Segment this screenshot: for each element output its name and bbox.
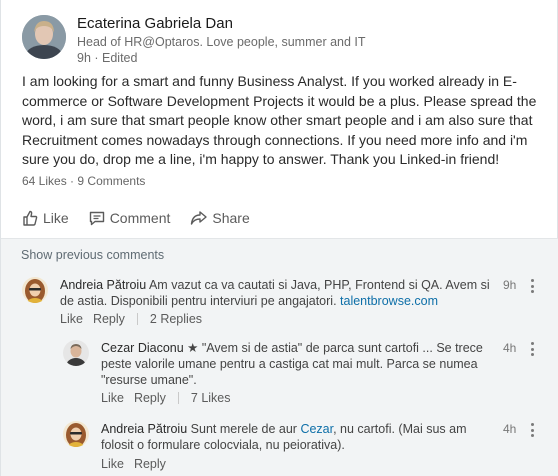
likes-count[interactable]: 64 Likes — [22, 174, 67, 188]
likes-count[interactable]: 7 Likes — [191, 391, 231, 405]
comment-body: Cezar Diaconu ★ "Avem si de astia" de pa… — [101, 340, 486, 388]
post-header: Ecaterina Gabriela Dan Head of HR@Optaro… — [22, 14, 542, 65]
comment-like-button[interactable]: Like — [101, 457, 124, 471]
share-button[interactable]: Share — [190, 210, 250, 226]
post-body: I am looking for a smart and funny Busin… — [22, 73, 537, 167]
share-label: Share — [212, 210, 250, 226]
more-options-icon[interactable] — [529, 423, 535, 437]
like-button[interactable]: Like — [22, 210, 69, 226]
like-label: Like — [43, 210, 69, 226]
author-headline: Head of HR@Optaros. Love people, summer … — [77, 35, 366, 49]
comment-actions: Like Reply 7 Likes — [101, 391, 231, 405]
comment-time: 9h — [503, 278, 517, 292]
feed-post: Ecaterina Gabriela Dan Head of HR@Optaro… — [0, 0, 558, 476]
comment-like-button[interactable]: Like — [101, 391, 124, 405]
author-name[interactable]: Ecaterina Gabriela Dan — [77, 15, 233, 32]
comment-like-button[interactable]: Like — [60, 312, 83, 326]
reply: Cezar Diaconu ★ "Avem si de astia" de pa… — [63, 340, 543, 410]
comments-section: Show previous comments Andreia Pătroiu A… — [1, 238, 558, 476]
comments-count[interactable]: 9 Comments — [77, 174, 145, 188]
comment-reply-button[interactable]: Reply — [134, 391, 166, 405]
divider — [136, 313, 138, 325]
comment-link[interactable]: talentbrowse.com — [340, 294, 438, 308]
more-options-icon[interactable] — [529, 279, 535, 293]
share-arrow-icon — [190, 210, 208, 226]
comment-body: Andreia Pătroiu Am vazut ca va cautati s… — [60, 277, 500, 309]
commenter-avatar[interactable] — [63, 340, 89, 366]
comment-reply-button[interactable]: Reply — [93, 312, 125, 326]
comment: Andreia Pătroiu Am vazut ca va cautati s… — [22, 277, 542, 332]
influencer-badge-icon: ★ — [187, 341, 199, 355]
replies-count[interactable]: 2 Replies — [150, 312, 202, 326]
comment-reply-button[interactable]: Reply — [134, 457, 166, 471]
author-avatar[interactable] — [22, 15, 66, 59]
commenter-name[interactable]: Andreia Pătroiu — [60, 278, 146, 292]
comment-actions: Like Reply 2 Replies — [60, 312, 202, 326]
more-options-icon[interactable] — [529, 342, 535, 356]
comment-body: Andreia Pătroiu Sunt merele de aur Cezar… — [101, 421, 486, 453]
stats-separator: · — [70, 174, 75, 188]
comment-time: 4h — [503, 422, 517, 436]
comment-actions: Like Reply — [101, 457, 166, 471]
divider — [177, 392, 179, 404]
commenter-avatar[interactable] — [22, 277, 48, 303]
reply: Andreia Pătroiu Sunt merele de aur Cezar… — [63, 421, 543, 475]
thumbs-up-icon — [22, 210, 38, 226]
commenter-name[interactable]: Cezar Diaconu — [101, 341, 184, 355]
post-actions: Like Comment Share — [22, 207, 250, 229]
post-timestamp: 9h · Edited — [77, 51, 138, 65]
mention-link[interactable]: Cezar — [300, 422, 333, 436]
comment-text-before: Sunt merele de aur — [190, 422, 297, 436]
comment-time: 4h — [503, 341, 517, 355]
comment-icon — [89, 210, 105, 226]
commenter-avatar[interactable] — [63, 421, 89, 447]
show-previous-comments-link[interactable]: Show previous comments — [21, 248, 164, 262]
comment-label: Comment — [109, 210, 171, 226]
comment-button[interactable]: Comment — [89, 210, 171, 226]
commenter-name[interactable]: Andreia Pătroiu — [101, 422, 187, 436]
post-stats: 64 Likes · 9 Comments — [22, 174, 145, 188]
